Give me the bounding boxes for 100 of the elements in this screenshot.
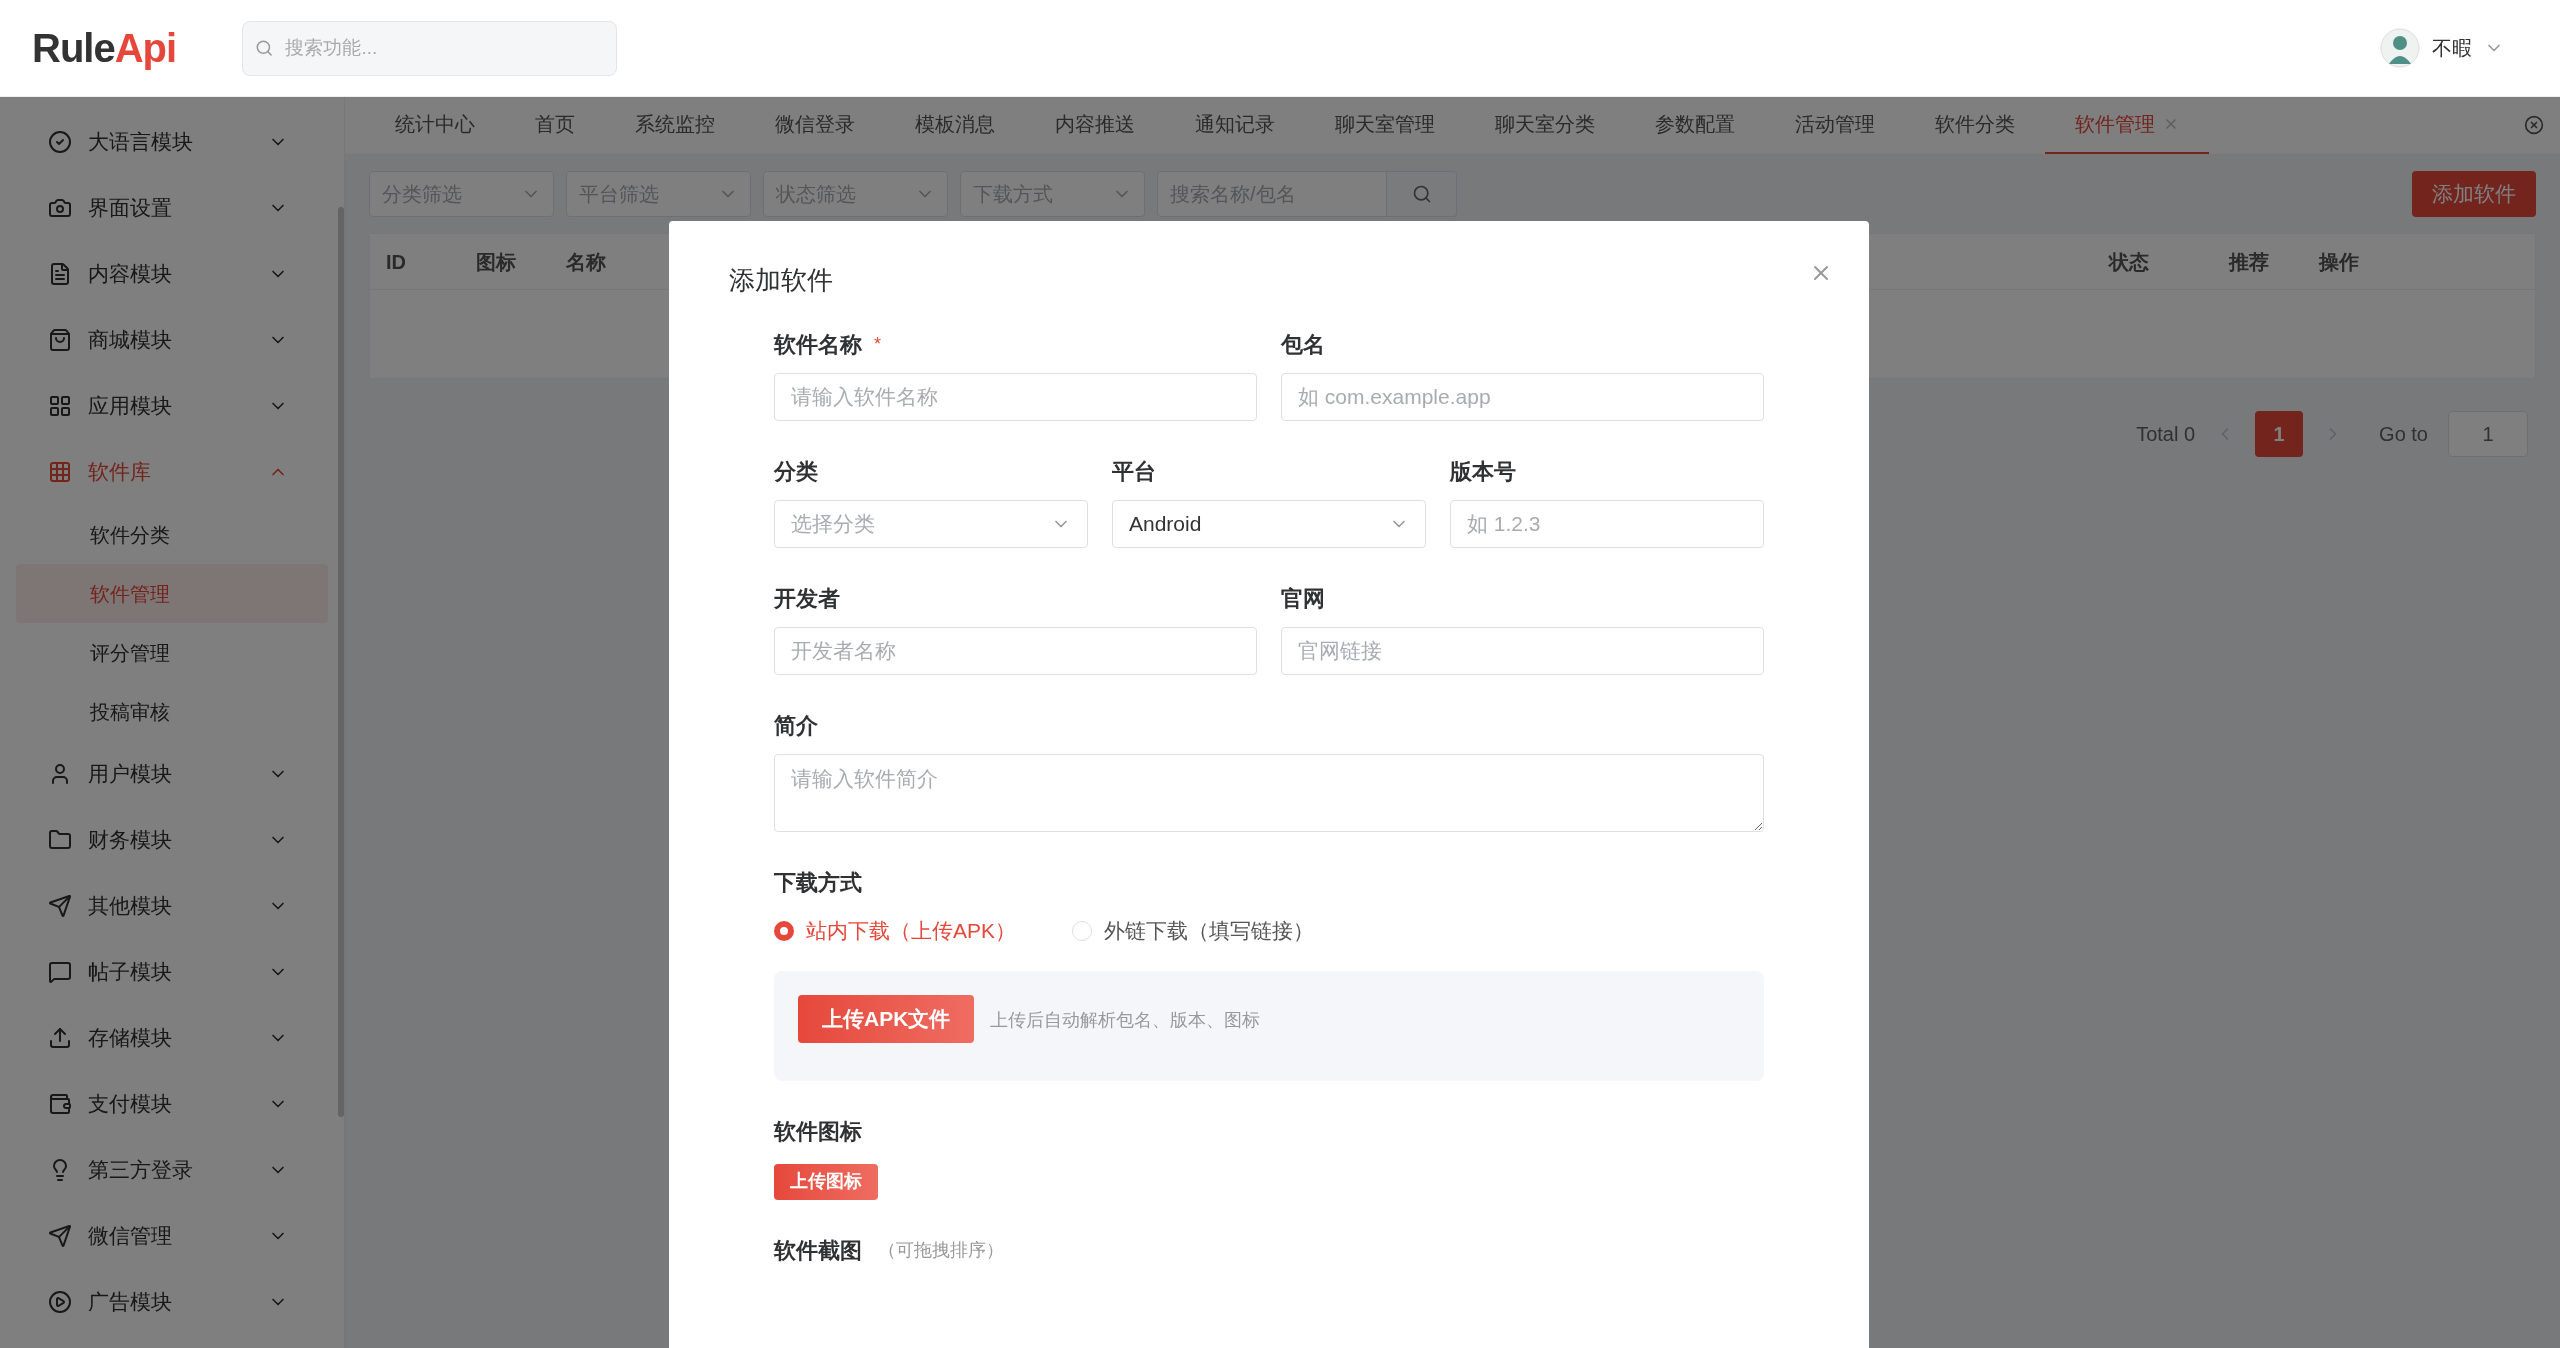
tab[interactable]: 参数配置 — [1625, 96, 1765, 154]
sidebar-label: 界面设置 — [88, 195, 172, 222]
sidebar-label: 应用模块 — [88, 393, 172, 420]
required-mark: * — [874, 333, 881, 356]
field-label: 平台 — [1112, 458, 1156, 486]
sidebar-item[interactable]: 其他模块 — [0, 873, 328, 939]
column-header: 图标 — [476, 249, 516, 275]
radio-option[interactable]: 站内下载（上传APK） — [774, 915, 1017, 947]
sidebar-label: 第三方登录 — [88, 1157, 193, 1184]
field-label: 分类 — [774, 458, 818, 486]
radio-option[interactable]: 外链下载（填写链接） — [1072, 915, 1315, 947]
sidebar-label: 其他模块 — [88, 893, 172, 920]
field-label: 软件图标 — [774, 1117, 863, 1146]
field-label: 开发者 — [774, 585, 840, 613]
tab[interactable]: 通知记录 — [1165, 96, 1305, 154]
goto-label: Go to — [2379, 422, 2428, 447]
search-field[interactable]: 搜索功能... — [242, 20, 618, 76]
sidebar-item[interactable]: 广告模块 — [0, 1269, 328, 1335]
sidebar-label: 用户模块 — [88, 761, 172, 788]
sidebar-subitem[interactable]: 软件分类 — [16, 505, 328, 564]
sidebar-item[interactable]: 第三方登录 — [0, 1137, 328, 1203]
sidebar-item[interactable]: 应用模块 — [0, 373, 328, 439]
total-count: Total 0 — [2136, 422, 2196, 447]
tab[interactable]: 系统监控 — [605, 96, 745, 154]
sidebar-label: 大语言模块 — [88, 129, 193, 156]
sidebar-item[interactable]: 大语言模块 — [0, 109, 328, 175]
select-field[interactable]: 选择分类 — [774, 500, 1088, 548]
select-field[interactable]: Android — [1112, 500, 1426, 548]
grid-icon — [48, 394, 72, 418]
sidebar-subitem[interactable]: 投稿审核 — [16, 682, 328, 741]
text-field[interactable]: 如 1.2.3 — [1450, 500, 1764, 548]
tab[interactable]: 聊天室管理 — [1305, 96, 1465, 154]
sidebar-label: 财务模块 — [88, 827, 172, 854]
column-header: 推荐 — [2229, 249, 2269, 275]
tab[interactable]: 内容推送 — [1025, 96, 1165, 154]
tab[interactable]: 聊天室分类 — [1465, 96, 1625, 154]
grid-icon — [48, 460, 72, 484]
text-field[interactable]: 官网链接 — [1281, 627, 1764, 675]
field-label: 软件截图 — [774, 1236, 862, 1265]
user-name[interactable]: 不暇 — [2432, 33, 2472, 63]
sidebar-subitem[interactable]: 软件管理 — [16, 564, 328, 623]
search-icon — [255, 38, 274, 58]
chat-icon — [48, 960, 72, 984]
sidebar-label: 软件库 — [88, 459, 151, 486]
sidebar-item[interactable]: 支付模块 — [0, 1071, 328, 1137]
column-header: ID — [386, 249, 406, 275]
search-button[interactable] — [1387, 171, 1457, 217]
sidebar-subitem[interactable]: 评分管理 — [16, 623, 328, 682]
sidebar-label: 微信管理 — [88, 1223, 172, 1250]
tab[interactable]: 软件分类 — [1905, 96, 2045, 154]
radio-icon — [1072, 920, 1093, 941]
text-field[interactable]: 开发者名称 — [774, 627, 1257, 675]
sidebar-item[interactable]: 商城模块 — [0, 307, 328, 373]
text-area[interactable]: 请输入软件简介 — [774, 754, 1764, 832]
sidebar-item[interactable]: 软件库 — [0, 439, 328, 505]
field-label: 简介 — [774, 712, 818, 740]
paper-plane-icon — [48, 1224, 72, 1248]
sidebar-item[interactable]: 用户模块 — [0, 741, 328, 807]
upload-apk-button[interactable]: 上传APK文件 — [798, 994, 975, 1043]
page-input[interactable]: 1 — [2448, 411, 2528, 457]
add-software-button[interactable]: 添加软件 — [2412, 171, 2536, 217]
search-icon — [1411, 184, 1432, 204]
radio-icon — [774, 920, 794, 941]
wallet-icon — [48, 1092, 72, 1116]
column-header: 状态 — [2109, 249, 2149, 275]
page-button[interactable]: 1 — [2255, 411, 2304, 457]
bag-icon — [48, 328, 72, 352]
folder-icon — [48, 828, 72, 852]
upload-icon — [48, 1026, 72, 1050]
sidebar-item[interactable]: 财务模块 — [0, 807, 328, 873]
sidebar-item[interactable]: 存储模块 — [0, 1005, 328, 1071]
tab[interactable]: 统计中心 — [365, 96, 505, 154]
sidebar-label: 帖子模块 — [88, 959, 172, 986]
sidebar-label: 支付模块 — [88, 1091, 172, 1118]
sidebar-item[interactable]: 界面设置 — [0, 175, 328, 241]
text-field[interactable]: 请输入软件名称 — [774, 373, 1257, 421]
paper-plane-icon — [48, 894, 72, 918]
text-field[interactable]: 如 com.example.app — [1281, 373, 1764, 421]
sidebar-item[interactable]: 微信管理 — [0, 1203, 328, 1269]
tab[interactable]: 模板消息 — [885, 96, 1025, 154]
field-label: 下载方式 — [774, 869, 863, 897]
logo: RuleApi — [32, 25, 177, 72]
search-input[interactable]: 搜索功能... — [285, 21, 605, 75]
camera-icon — [48, 196, 72, 220]
close-all-icon[interactable] — [2524, 115, 2544, 135]
tab[interactable]: 首页 — [505, 96, 605, 154]
upload-icon-button[interactable]: 上传图标 — [774, 1163, 878, 1200]
scrollbar[interactable] — [338, 207, 344, 1117]
sidebar-item[interactable]: 内容模块 — [0, 241, 328, 307]
sidebar-label: 内容模块 — [88, 261, 172, 288]
field-label: 软件名称 — [774, 331, 862, 359]
upload-hint: 上传后自动解析包名、版本、图标 — [990, 1008, 1261, 1032]
tab[interactable]: 软件管理 — [2045, 96, 2209, 154]
tab[interactable]: 微信登录 — [745, 96, 885, 154]
sidebar-item[interactable]: 帖子模块 — [0, 939, 328, 1005]
dialog-title: 添加软件 — [729, 264, 833, 297]
tab[interactable]: 活动管理 — [1765, 96, 1905, 154]
column-header: 名称 — [566, 249, 606, 275]
field-label: 版本号 — [1450, 458, 1516, 486]
avatar-icon[interactable] — [2380, 28, 2420, 68]
